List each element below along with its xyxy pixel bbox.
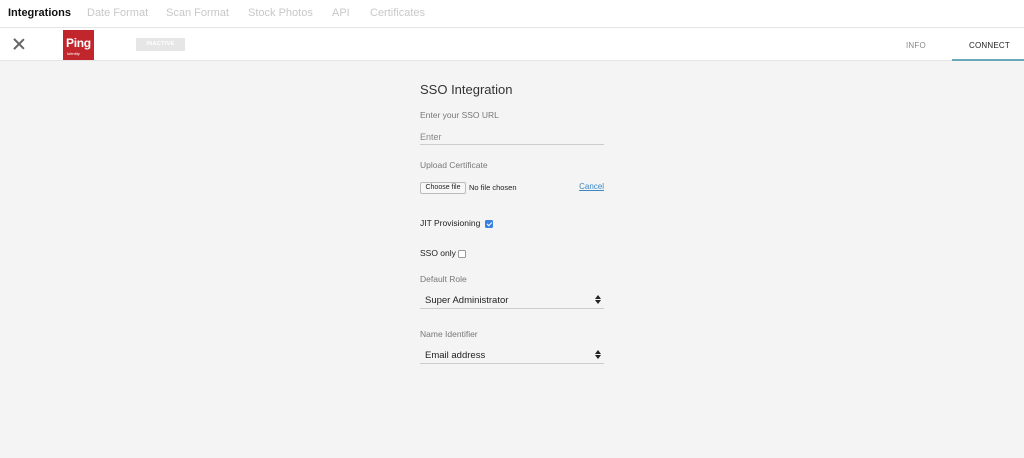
default-role-select[interactable]: Super Administrator bbox=[420, 292, 604, 309]
close-icon[interactable] bbox=[12, 37, 26, 51]
upload-certificate-label: Upload Certificate bbox=[420, 160, 488, 170]
logo-word: Ping bbox=[66, 36, 91, 50]
tab-scan-format[interactable]: Scan Format bbox=[166, 7, 229, 19]
select-arrows-icon bbox=[595, 350, 601, 360]
tab-api[interactable]: API bbox=[332, 7, 350, 19]
top-navigation: Integrations Date Format Scan Format Sto… bbox=[0, 0, 1024, 28]
tab-stock-photos[interactable]: Stock Photos bbox=[248, 7, 313, 19]
active-tab-indicator bbox=[952, 59, 1024, 61]
tab-info[interactable]: INFO bbox=[906, 41, 926, 50]
cancel-link[interactable]: Cancel bbox=[579, 182, 604, 191]
status-badge: INACTIVE bbox=[136, 38, 185, 51]
default-role-value: Super Administrator bbox=[425, 295, 509, 306]
name-identifier-select[interactable]: Email address bbox=[420, 347, 604, 364]
name-identifier-value: Email address bbox=[425, 350, 486, 361]
form-title: SSO Integration bbox=[420, 82, 513, 97]
logo-subtext: Identity bbox=[67, 51, 80, 56]
integration-header: Ping Identity INACTIVE INFO CONNECT bbox=[0, 28, 1024, 61]
sso-only-checkbox[interactable] bbox=[458, 250, 466, 258]
sso-only-label: SSO only bbox=[420, 248, 456, 258]
ping-identity-logo: Ping Identity bbox=[63, 30, 94, 60]
tab-integrations[interactable]: Integrations bbox=[8, 7, 71, 19]
tab-connect[interactable]: CONNECT bbox=[969, 41, 1010, 50]
jit-provisioning-checkbox[interactable] bbox=[485, 220, 493, 228]
file-status: No file chosen bbox=[469, 183, 517, 192]
sso-url-label: Enter your SSO URL bbox=[420, 110, 499, 120]
select-arrows-icon bbox=[595, 295, 601, 305]
tab-date-format[interactable]: Date Format bbox=[87, 7, 148, 19]
tab-certificates[interactable]: Certificates bbox=[370, 7, 425, 19]
name-identifier-label: Name Identifier bbox=[420, 329, 478, 339]
sso-url-input[interactable] bbox=[420, 129, 604, 145]
jit-provisioning-label: JIT Provisioning bbox=[420, 218, 481, 228]
choose-file-button[interactable]: Choose file bbox=[420, 182, 466, 194]
default-role-label: Default Role bbox=[420, 274, 467, 284]
